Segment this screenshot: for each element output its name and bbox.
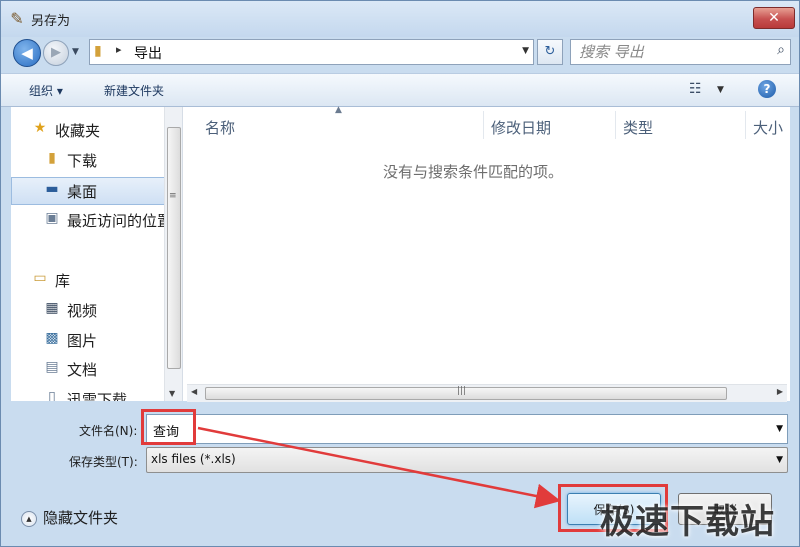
save-as-app-icon: ✎: [10, 9, 24, 28]
sidebar-item-label: 最近访问的位置: [67, 212, 173, 230]
refresh-button[interactable]: ↻: [537, 39, 563, 65]
recent-places-icon: ▣: [45, 210, 59, 226]
scroll-down-icon[interactable]: ▼: [169, 389, 175, 398]
documents-icon: ▤: [45, 359, 59, 375]
file-list[interactable]: ▲ 名称 修改日期 类型 大小 没有与搜索条件匹配的项。: [182, 105, 790, 401]
star-icon: ★: [33, 120, 47, 136]
empty-list-message: 没有与搜索条件匹配的项。: [383, 163, 564, 181]
sidebar-item-pictures[interactable]: ▩ 图片: [11, 327, 163, 353]
column-header-size[interactable]: 大小: [753, 117, 783, 138]
save-as-dialog: ✎ 另存为 ✕ ◀ ▶ ▼ ▮ ▸ 导出 ▼ ↻ ⌕ 组织 ▾ 新建文件夹 ☷ …: [0, 0, 800, 547]
file-name-dropdown-icon[interactable]: ▼: [776, 424, 783, 434]
sidebar-item-label: 桌面: [67, 183, 98, 201]
sidebar-item-label: 图片: [67, 332, 98, 350]
column-header-name[interactable]: 名称: [205, 117, 235, 138]
file-type-label: 保存类型(T):: [69, 455, 138, 469]
sidebar-item-videos[interactable]: ▦ 视频: [11, 297, 163, 323]
sidebar-item-desktop[interactable]: ▬ 桌面: [11, 177, 165, 205]
navigation-pane-scrollbar[interactable]: ≡ ▼: [164, 107, 182, 401]
sidebar-item-label: 收藏夹: [55, 122, 101, 140]
title-bar[interactable]: ✎ 另存为 ✕: [1, 1, 799, 37]
scrollbar-grip-icon: ≡: [169, 191, 177, 201]
back-button[interactable]: ◀: [13, 39, 41, 67]
column-divider[interactable]: [615, 111, 616, 139]
window-title: 另存为: [31, 14, 71, 29]
scrollbar-grip-icon: |||: [457, 386, 467, 396]
sidebar-item-label: 下载: [67, 152, 98, 170]
thunder-download-icon: ▯: [48, 389, 56, 401]
file-name-combobox[interactable]: ▼: [146, 414, 788, 444]
scroll-right-icon[interactable]: ▶: [777, 387, 783, 396]
file-type-select[interactable]: xls files (*.xls) ▼: [146, 447, 788, 473]
address-bar[interactable]: ▮ ▸ 导出 ▼: [89, 39, 534, 65]
collapse-arrow-icon: ▲: [21, 510, 37, 527]
file-type-value: xls files (*.xls): [151, 452, 236, 466]
search-box[interactable]: ⌕: [570, 39, 791, 65]
new-folder-button[interactable]: 新建文件夹: [104, 82, 164, 99]
close-button[interactable]: ✕: [753, 7, 795, 29]
library-icon: ▭: [33, 270, 47, 286]
help-button[interactable]: ?: [758, 80, 776, 98]
breadcrumb-current[interactable]: 导出: [134, 43, 162, 63]
view-dropdown-icon[interactable]: ▼: [717, 85, 724, 95]
column-divider[interactable]: [483, 111, 484, 139]
command-toolbar: 组织 ▾ 新建文件夹 ☷ ▼ ?: [1, 73, 799, 107]
view-options-icon[interactable]: ☷: [689, 81, 702, 97]
file-list-horizontal-scrollbar[interactable]: ◀ ||| ▶: [187, 384, 787, 402]
file-type-dropdown-icon[interactable]: ▼: [776, 455, 783, 465]
hide-folders-toggle[interactable]: ▲ 隐藏文件夹: [21, 507, 118, 528]
column-header-type[interactable]: 类型: [623, 117, 653, 138]
sidebar-item-label: 库: [55, 272, 71, 290]
folder-icon: ▮: [94, 43, 102, 59]
sort-ascending-icon: ▲: [335, 105, 342, 115]
column-divider[interactable]: [745, 111, 746, 139]
file-name-label: 文件名(N):: [79, 424, 138, 438]
sidebar-item-label: 视频: [67, 302, 98, 320]
breadcrumb-separator-icon[interactable]: ▸: [116, 43, 122, 56]
downloads-folder-icon: ▮: [48, 150, 56, 166]
address-dropdown-icon[interactable]: ▼: [522, 46, 529, 56]
search-icon[interactable]: ⌕: [777, 42, 785, 58]
column-header-date-modified[interactable]: 修改日期: [491, 117, 551, 138]
pictures-icon: ▩: [45, 330, 59, 346]
sidebar-item-recent-places[interactable]: ▣ 最近访问的位置: [11, 207, 172, 233]
video-icon: ▦: [45, 300, 59, 316]
sidebar-item-favorites[interactable]: ★ 收藏夹: [11, 117, 163, 143]
sidebar-item-label: 迅雷下载: [67, 391, 128, 401]
history-dropdown-icon[interactable]: ▼: [72, 47, 79, 57]
scrollbar-thumb[interactable]: [167, 127, 181, 369]
file-name-input[interactable]: [151, 420, 755, 440]
search-input[interactable]: [577, 42, 761, 62]
navigation-pane[interactable]: ★ 收藏夹 ▮ 下载 ▬ 桌面 ▣ 最近访问的位置 ▭ 库 ▦ 视频 ▩ 图片 …: [11, 107, 181, 401]
sidebar-item-thunder-downloads[interactable]: ▯ 迅雷下载: [11, 386, 163, 401]
forward-button[interactable]: ▶: [43, 40, 69, 66]
annotation-highlight-file-name: [141, 409, 196, 445]
desktop-icon: ▬: [45, 181, 59, 197]
sidebar-item-label: 文档: [67, 361, 98, 379]
sidebar-item-documents[interactable]: ▤ 文档: [11, 356, 163, 382]
hide-folders-label: 隐藏文件夹: [43, 509, 119, 527]
sidebar-item-libraries[interactable]: ▭ 库: [11, 267, 163, 293]
sidebar-item-downloads[interactable]: ▮ 下载: [11, 147, 163, 173]
watermark: 极速下载站: [600, 502, 775, 542]
scroll-left-icon[interactable]: ◀: [191, 387, 197, 396]
organize-button[interactable]: 组织 ▾: [29, 82, 63, 99]
